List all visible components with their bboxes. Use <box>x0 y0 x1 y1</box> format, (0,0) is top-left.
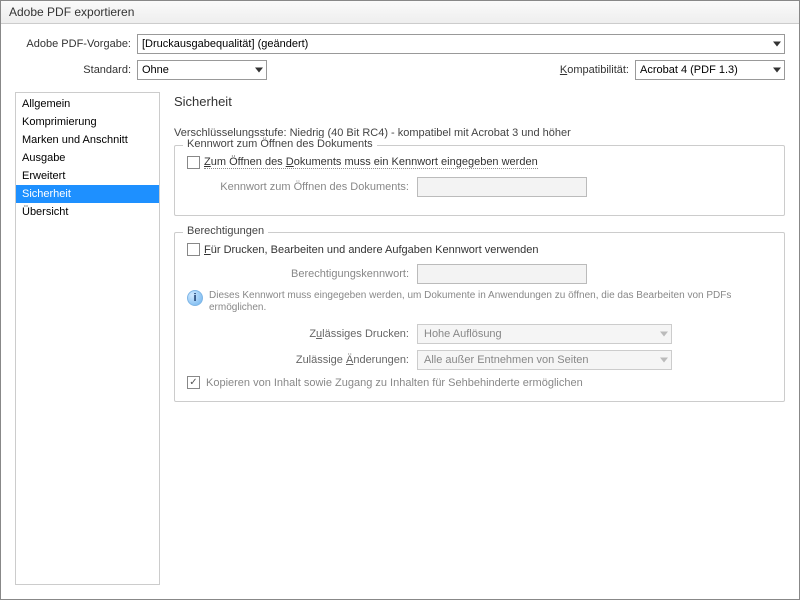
window-title: Adobe PDF exportieren <box>1 1 799 24</box>
allowed-changes-label: Zulässige Änderungen: <box>187 354 417 366</box>
preset-value: [Druckausgabequalität] (geändert) <box>142 35 308 53</box>
open-password-input <box>417 177 587 197</box>
info-icon: i <box>187 290 203 306</box>
top-options: Adobe PDF-Vorgabe: [Druckausgabequalität… <box>1 24 799 92</box>
sidebar-item-uebersicht[interactable]: Übersicht <box>16 203 159 221</box>
open-password-legend: Kennwort zum Öffnen des Dokuments <box>183 138 377 150</box>
compat-value: Acrobat 4 (PDF 1.3) <box>640 61 738 79</box>
permissions-info-text: Dieses Kennwort muss eingegeben werden, … <box>209 290 772 314</box>
preset-select[interactable]: [Druckausgabequalität] (geändert) <box>137 34 785 54</box>
permissions-password-input <box>417 264 587 284</box>
allowed-changes-select: Alle außer Entnehmen von Seiten <box>417 350 672 370</box>
chevron-down-icon <box>773 42 781 47</box>
standard-label: Standard: <box>15 64 137 76</box>
enable-copy-access-label: Kopieren von Inhalt sowie Zugang zu Inha… <box>206 377 583 389</box>
panel-heading: Sicherheit <box>174 94 785 109</box>
sidebar-item-sicherheit[interactable]: Sicherheit <box>16 185 159 203</box>
category-sidebar: Allgemein Komprimierung Marken und Ansch… <box>15 92 160 585</box>
chevron-down-icon <box>255 68 263 73</box>
preset-label: Adobe PDF-Vorgabe: <box>15 38 137 50</box>
allowed-printing-label: Zulässiges Drucken: <box>187 328 417 340</box>
permissions-password-checkbox[interactable] <box>187 243 200 256</box>
sidebar-item-erweitert[interactable]: Erweitert <box>16 167 159 185</box>
standard-select[interactable]: Ohne <box>137 60 267 80</box>
security-panel: Sicherheit Verschlüsselungsstufe: Niedri… <box>174 92 785 585</box>
require-open-password-label: Zum Öffnen des Dokuments muss ein Kennwo… <box>204 156 538 169</box>
enable-copy-access-checkbox <box>187 376 200 389</box>
allowed-changes-value: Alle außer Entnehmen von Seiten <box>424 354 589 366</box>
compat-label: Kompatibilität: <box>560 64 635 76</box>
permissions-group: Berechtigungen Für Drucken, Bearbeiten u… <box>174 232 785 402</box>
compat-select[interactable]: Acrobat 4 (PDF 1.3) <box>635 60 785 80</box>
open-password-group: Kennwort zum Öffnen des Dokuments Zum Öf… <box>174 145 785 216</box>
sidebar-item-ausgabe[interactable]: Ausgabe <box>16 149 159 167</box>
sidebar-item-komprimierung[interactable]: Komprimierung <box>16 113 159 131</box>
permissions-password-field-label: Berechtigungskennwort: <box>187 268 417 280</box>
compat-label-text: ompatibilität: <box>567 64 629 76</box>
export-pdf-dialog: Adobe PDF exportieren Adobe PDF-Vorgabe:… <box>0 0 800 600</box>
chevron-down-icon <box>660 332 668 337</box>
permissions-legend: Berechtigungen <box>183 225 268 237</box>
allowed-printing-select: Hohe Auflösung <box>417 324 672 344</box>
open-password-field-label: Kennwort zum Öffnen des Dokuments: <box>187 181 417 193</box>
standard-value: Ohne <box>142 61 169 79</box>
chevron-down-icon <box>773 68 781 73</box>
require-open-password-checkbox[interactable] <box>187 156 200 169</box>
allowed-printing-value: Hohe Auflösung <box>424 328 502 340</box>
chevron-down-icon <box>660 358 668 363</box>
sidebar-item-allgemein[interactable]: Allgemein <box>16 95 159 113</box>
permissions-password-label: Für Drucken, Bearbeiten und andere Aufga… <box>204 244 539 256</box>
sidebar-item-marken[interactable]: Marken und Anschnitt <box>16 131 159 149</box>
